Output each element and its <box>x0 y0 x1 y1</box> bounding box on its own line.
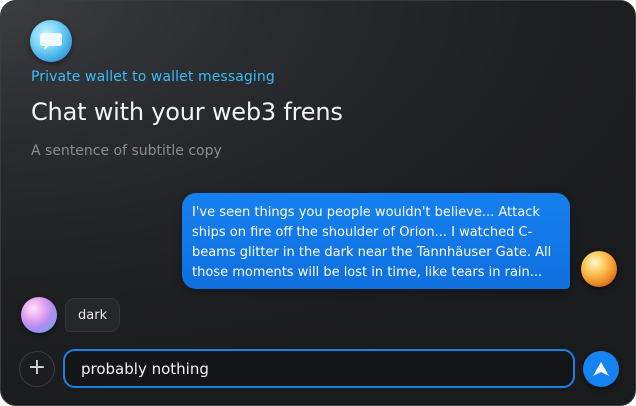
send-button[interactable] <box>583 351 619 387</box>
chat-card: Private wallet to wallet messaging Chat … <box>0 0 636 406</box>
send-arrow-icon <box>593 362 609 376</box>
page-title: Chat with your web3 frens <box>31 98 343 126</box>
plus-icon: + <box>27 355 47 380</box>
eyebrow-label: Private wallet to wallet messaging <box>31 69 275 85</box>
chat-bubble-icon <box>30 20 72 62</box>
page-subtitle: A sentence of subtitle copy <box>31 143 222 159</box>
outgoing-message-bubble: I've seen things you people wouldn't bel… <box>182 193 570 289</box>
message-input[interactable] <box>63 349 575 388</box>
contact-avatar <box>21 297 57 333</box>
my-avatar <box>581 251 617 287</box>
add-attachment-button[interactable]: + <box>19 351 55 387</box>
incoming-message-bubble: dark <box>65 298 121 332</box>
